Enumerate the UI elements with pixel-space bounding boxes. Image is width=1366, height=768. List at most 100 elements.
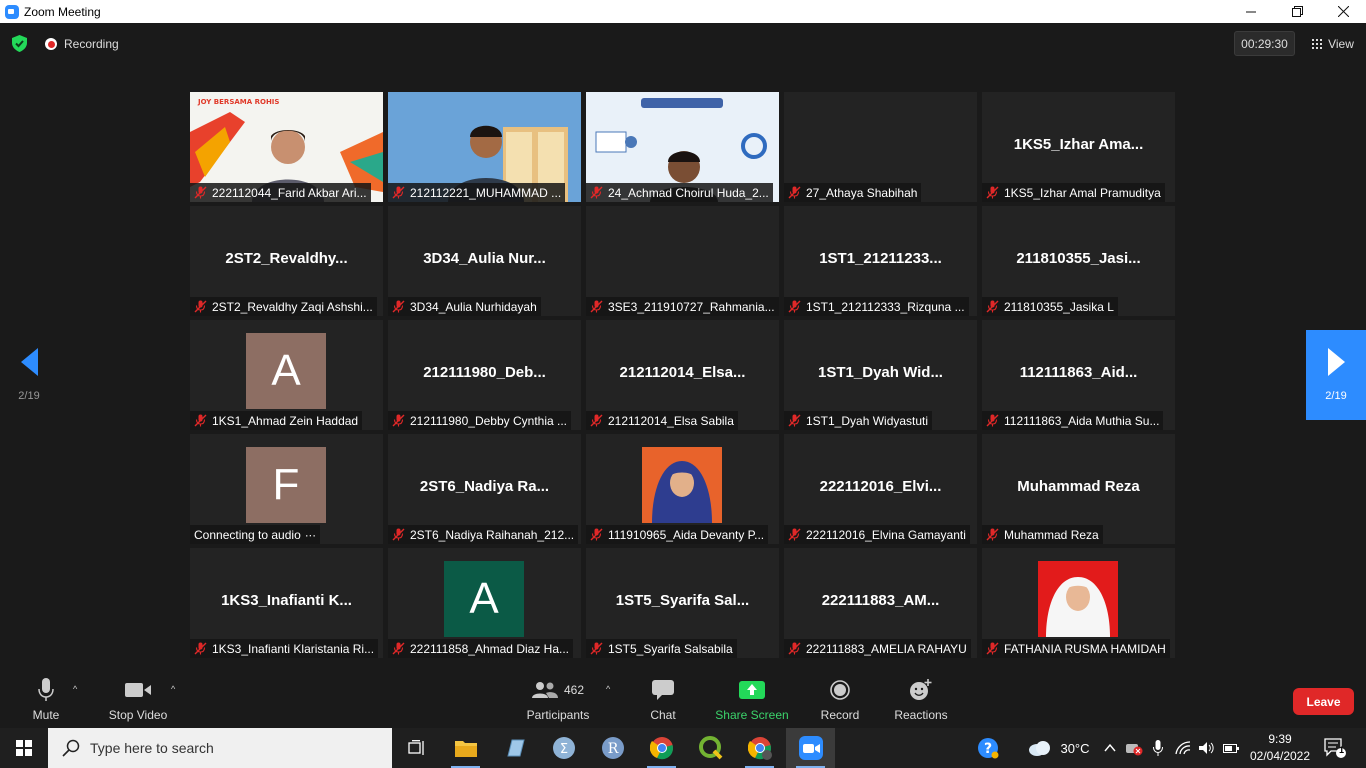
recording-indicator[interactable]: Recording: [45, 37, 119, 51]
math-app-taskbar-button[interactable]: Σ: [539, 728, 588, 768]
participant-tile[interactable]: A 222111858_Ahmad Diaz Ha...: [388, 548, 581, 658]
participant-tile[interactable]: 24_Achmad Choirul Huda_2...: [586, 92, 779, 202]
file-explorer-taskbar-button[interactable]: [441, 728, 490, 768]
minimize-icon: [1246, 11, 1256, 12]
participant-tile[interactable]: 3D34_Aulia Nur... 3D34_Aulia Nurhidayah: [388, 206, 581, 316]
participant-tile[interactable]: Muhammad Reza Muhammad Reza: [982, 434, 1175, 544]
participants-chevron-up-icon[interactable]: ^: [606, 684, 610, 694]
participant-display-name: 112111863_Aid...: [1019, 364, 1138, 381]
participant-name: 3D34_Aulia Nurhidayah: [410, 299, 537, 314]
participants-icon: [531, 682, 558, 698]
close-button[interactable]: [1320, 0, 1366, 23]
chrome-profile-taskbar-button[interactable]: [735, 728, 784, 768]
participant-tile[interactable]: 27_Athaya Shabihah: [784, 92, 977, 202]
participant-count: 462: [563, 683, 585, 697]
participant-tile[interactable]: 1ST5_Syarifa Sal... 1ST5_Syarifa Salsabil…: [586, 548, 779, 658]
taskbar-search-box[interactable]: Type here to search: [48, 728, 392, 768]
participants-button[interactable]: 462 Participants: [527, 678, 589, 722]
previous-page-button[interactable]: 2/19: [0, 330, 58, 420]
network-error-tray[interactable]: [1124, 728, 1144, 768]
taskbar-clock[interactable]: 9:39 02/04/2022: [1240, 731, 1320, 765]
participant-display-name: 211810355_Jasi...: [1016, 250, 1141, 267]
r-app-taskbar-button[interactable]: R: [588, 728, 637, 768]
battery-tray[interactable]: [1220, 728, 1242, 768]
hidden-icons-button[interactable]: [1100, 728, 1120, 768]
share-screen-label: Share Screen: [715, 708, 789, 722]
security-shield-icon[interactable]: [12, 35, 27, 52]
participant-name-label: 2ST6_Nadiya Raihanah_212...: [388, 525, 579, 544]
meeting-toolbar: Mute ^ Stop Video ^ 462 Participants ^ C…: [0, 670, 1366, 728]
participant-name: 27_Athaya Shabihah: [806, 185, 918, 200]
minimize-button[interactable]: [1228, 0, 1274, 23]
task-view-button[interactable]: [392, 728, 441, 768]
action-center-button[interactable]: 1: [1320, 728, 1350, 768]
search-icon: [62, 739, 80, 757]
sigma-app-icon: Σ: [552, 737, 575, 759]
view-button[interactable]: View: [1305, 31, 1361, 56]
participant-tile[interactable]: 2ST6_Nadiya Ra... 2ST6_Nadiya Raihanah_21…: [388, 434, 581, 544]
participant-tile[interactable]: JOY BERSAMA ROHIS 222112044_Farid Akbar A…: [190, 92, 383, 202]
search-placeholder: Type here to search: [90, 740, 214, 756]
participant-profile-photo: [642, 447, 722, 523]
notes-taskbar-button[interactable]: [490, 728, 539, 768]
participant-name: 222111883_AMELIA RAHAYU: [806, 641, 967, 656]
muted-microphone-icon: [986, 186, 999, 199]
qgis-taskbar-button[interactable]: [686, 728, 735, 768]
window-titlebar: Zoom Meeting: [0, 0, 1366, 23]
muted-microphone-icon: [194, 414, 207, 427]
windows-taskbar: Type here to search Σ R ? 30°C 9:39 02/0…: [0, 728, 1366, 768]
muted-microphone-icon: [590, 414, 603, 427]
weather-widget[interactable]: 30°C: [1024, 728, 1094, 768]
zoom-taskbar-button[interactable]: [786, 728, 835, 768]
participant-tile[interactable]: 222111883_AM... 222111883_AMELIA RAHAYU: [784, 548, 977, 658]
participant-name-label: 222112044_Farid Akbar Ari...: [190, 183, 371, 202]
chrome-taskbar-button[interactable]: [637, 728, 686, 768]
volume-tray[interactable]: [1196, 728, 1218, 768]
participant-name: 3SE3_211910727_Rahmania...: [608, 299, 775, 314]
stop-video-label: Stop Video: [108, 708, 168, 722]
muted-microphone-icon: [788, 642, 801, 655]
mute-button[interactable]: Mute: [26, 678, 66, 722]
muted-microphone-icon: [590, 642, 603, 655]
participant-tile[interactable]: 2ST2_Revaldhy... 2ST2_Revaldhy Zaqi Ashsh…: [190, 206, 383, 316]
chat-button[interactable]: Chat: [643, 678, 683, 722]
participant-tile[interactable]: 112111863_Aid... 112111863_Aida Muthia Su…: [982, 320, 1175, 430]
participant-avatar: A: [444, 561, 524, 637]
video-options-chevron-up-icon[interactable]: ^: [171, 684, 175, 694]
participant-tile[interactable]: FATHANIA RUSMA HAMIDAH: [982, 548, 1175, 658]
participant-tile[interactable]: 212112014_Elsa... 212112014_Elsa Sabila: [586, 320, 779, 430]
participant-name: 112111863_Aida Muthia Su...: [1004, 413, 1160, 428]
participant-tile[interactable]: A 1KS1_Ahmad Zein Haddad: [190, 320, 383, 430]
muted-microphone-icon: [986, 642, 999, 655]
muted-microphone-icon: [788, 300, 801, 313]
close-icon: [1337, 6, 1349, 17]
start-button[interactable]: [0, 728, 48, 768]
reactions-button[interactable]: Reactions: [893, 678, 949, 722]
record-button[interactable]: Record: [818, 678, 862, 722]
participant-tile[interactable]: 1KS5_Izhar Ama... 1KS5_Izhar Amal Pramudi…: [982, 92, 1175, 202]
participant-display-name: 222111883_AM...: [821, 592, 940, 609]
participant-display-name: 1ST1_Dyah Wid...: [818, 364, 943, 381]
share-screen-button[interactable]: Share Screen: [714, 678, 790, 722]
participant-name-label: 211810355_Jasika L: [982, 297, 1118, 316]
participant-name: Muhammad Reza: [1004, 527, 1099, 542]
participant-tile[interactable]: 222112016_Elvi... 222112016_Elvina Gamaya…: [784, 434, 977, 544]
stop-video-button[interactable]: Stop Video: [108, 678, 168, 722]
wifi-tray[interactable]: [1172, 728, 1194, 768]
participant-tile[interactable]: 3SE3_211910727_Rahmania...: [586, 206, 779, 316]
participant-tile[interactable]: 111910965_Aida Devanty P...: [586, 434, 779, 544]
restore-button[interactable]: [1274, 0, 1320, 23]
participant-tile[interactable]: F Connecting to audio ·∙·: [190, 434, 383, 544]
leave-button[interactable]: Leave: [1293, 688, 1354, 715]
participant-tile[interactable]: 211810355_Jasi... 211810355_Jasika L: [982, 206, 1175, 316]
next-page-button[interactable]: 2/19: [1306, 330, 1366, 420]
participant-tile[interactable]: 212112221_MUHAMMAD ...: [388, 92, 581, 202]
participant-tile[interactable]: 1ST1_Dyah Wid... 1ST1_Dyah Widyastuti: [784, 320, 977, 430]
microphone-tray[interactable]: [1148, 728, 1168, 768]
participant-tile[interactable]: 1KS3_Inafianti K... 1KS3_Inafianti Klaris…: [190, 548, 383, 658]
audio-options-chevron-up-icon[interactable]: ^: [73, 684, 77, 694]
chevron-up-icon: [1104, 744, 1116, 752]
help-tray-button[interactable]: ?: [975, 728, 1001, 768]
participant-tile[interactable]: 1ST1_21211233... 1ST1_212112333_Rizquna .…: [784, 206, 977, 316]
participant-tile[interactable]: 212111980_Deb... 212111980_Debby Cynthia …: [388, 320, 581, 430]
